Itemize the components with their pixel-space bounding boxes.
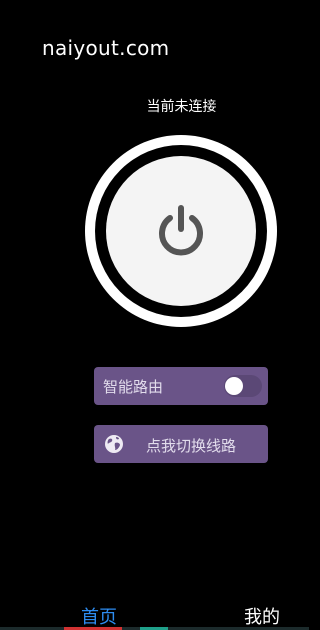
tab-home[interactable]: 首页 xyxy=(81,603,117,629)
switch-line-button[interactable]: 点我切换线路 xyxy=(94,425,268,463)
tab-mine[interactable]: 我的 xyxy=(244,603,280,629)
smart-route-row: 智能路由 xyxy=(94,367,268,405)
power-button-outer-ring xyxy=(85,135,277,327)
connection-status: 当前未连接 xyxy=(146,99,217,115)
toggle-knob xyxy=(225,377,243,395)
switch-line-label: 点我切换线路 xyxy=(146,437,237,455)
power-button[interactable] xyxy=(106,156,256,306)
watermark-text: naiyout.com xyxy=(42,36,170,60)
smart-route-toggle[interactable] xyxy=(224,375,262,397)
smart-route-label: 智能路由 xyxy=(103,378,164,396)
power-button-dark-ring xyxy=(95,145,267,317)
power-icon xyxy=(159,205,203,256)
globe-icon xyxy=(105,435,123,453)
